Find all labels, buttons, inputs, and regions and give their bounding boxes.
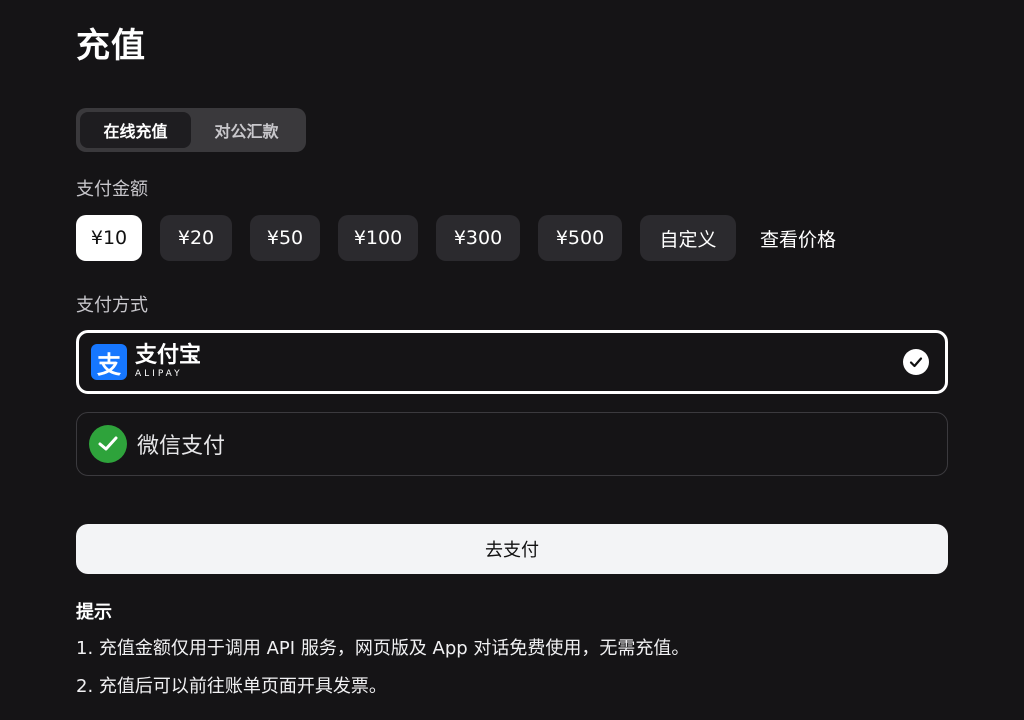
amount-option-100[interactable]: ¥100 [338,215,418,261]
view-price-link[interactable]: 查看价格 [760,215,836,261]
recharge-page: 充值 在线充值 对公汇款 支付金额 ¥10 ¥20 ¥50 ¥100 ¥300 … [0,0,1024,720]
payment-method-alipay[interactable]: 支 支付宝 ALIPAY [76,330,948,394]
recharge-tabs: 在线充值 对公汇款 [76,108,306,152]
wechat-pay-icon [89,425,127,463]
wechat-pay-label: 微信支付 [137,434,226,459]
check-icon [903,349,929,375]
tips-title: 提示 [76,602,112,623]
payment-section-label: 支付方式 [76,295,148,316]
amount-section-label: 支付金额 [76,179,148,200]
alipay-label: 支付宝 [135,343,202,368]
amount-option-10[interactable]: ¥10 [76,215,142,261]
amount-options: ¥10 ¥20 ¥50 ¥100 ¥300 ¥500 自定义 查看价格 [76,214,854,262]
amount-option-20[interactable]: ¥20 [160,215,232,261]
tip-item-2: 2. 充值后可以前往账单页面开具发票。 [76,676,387,697]
amount-option-50[interactable]: ¥50 [250,215,320,261]
amount-option-custom[interactable]: 自定义 [640,215,736,261]
amount-option-500[interactable]: ¥500 [538,215,622,261]
tab-online-recharge[interactable]: 在线充值 [80,112,191,148]
alipay-brand: 支付宝 ALIPAY [135,345,201,379]
alipay-sublabel: ALIPAY [135,369,183,379]
alipay-icon: 支 [91,344,127,380]
page-title: 充值 [76,26,146,66]
amount-option-300[interactable]: ¥300 [436,215,520,261]
tab-corporate-transfer[interactable]: 对公汇款 [191,112,302,148]
pay-button[interactable]: 去支付 [76,524,948,574]
payment-method-wechat[interactable]: 微信支付 [76,412,948,476]
tip-item-1: 1. 充值金额仅用于调用 API 服务，网页版及 App 对话免费使用，无需充值… [76,638,690,659]
